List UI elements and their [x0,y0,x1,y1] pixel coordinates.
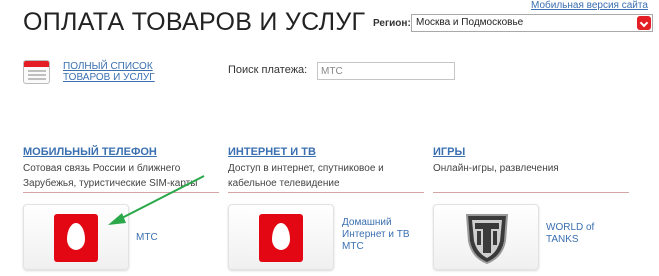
category-desc-internet: Доступ в интернет, спутниковое и кабельн… [228,163,384,189]
category-title-mobile[interactable]: МОБИЛЬНЫЙ ТЕЛЕФОН [23,146,213,158]
tile-world-of-tanks[interactable] [433,204,539,270]
region-label: Регион: [373,18,411,29]
category-internet: ИНТЕРНЕТ И ТВ Доступ в интернет, спутник… [228,146,418,191]
tile-mts-home-internet[interactable] [228,204,334,270]
region-value: Москва и Подмосковье [416,17,524,28]
divider [228,192,424,193]
tile-label-world-of-tanks[interactable]: WORLD of TANKS [546,222,606,246]
page-title: ОПЛАТА ТОВАРОВ И УСЛУГ [23,8,366,36]
list-icon[interactable] [23,60,50,84]
category-games: ИГРЫ Онлайн-игры, развлечения [433,146,623,176]
tile-label-mts-home-internet[interactable]: Домашний Интернет и ТВ МТС [342,217,422,253]
full-list-link[interactable]: ПОЛНЫЙ СПИСОК ТОВАРОВ И УСЛУГ [63,61,183,83]
world-of-tanks-logo-icon [465,214,509,265]
tile-label-mts[interactable]: МТС [136,232,158,244]
region-select[interactable]: Москва и Подмосковье [411,14,653,32]
mobile-version-link[interactable]: Мобильная версия сайта [531,0,648,11]
divider [433,192,629,193]
mts-egg-logo-icon [259,214,303,262]
green-arrow-icon [108,175,205,225]
search-label: Поиск платежа: [228,64,308,76]
category-title-internet[interactable]: ИНТЕРНЕТ И ТВ [228,146,418,158]
search-input[interactable] [317,62,455,80]
mts-egg-logo-icon [54,214,98,262]
chevron-down-icon[interactable] [637,16,651,30]
category-desc-games: Онлайн-игры, развлечения [433,163,559,174]
category-title-games[interactable]: ИГРЫ [433,146,623,158]
